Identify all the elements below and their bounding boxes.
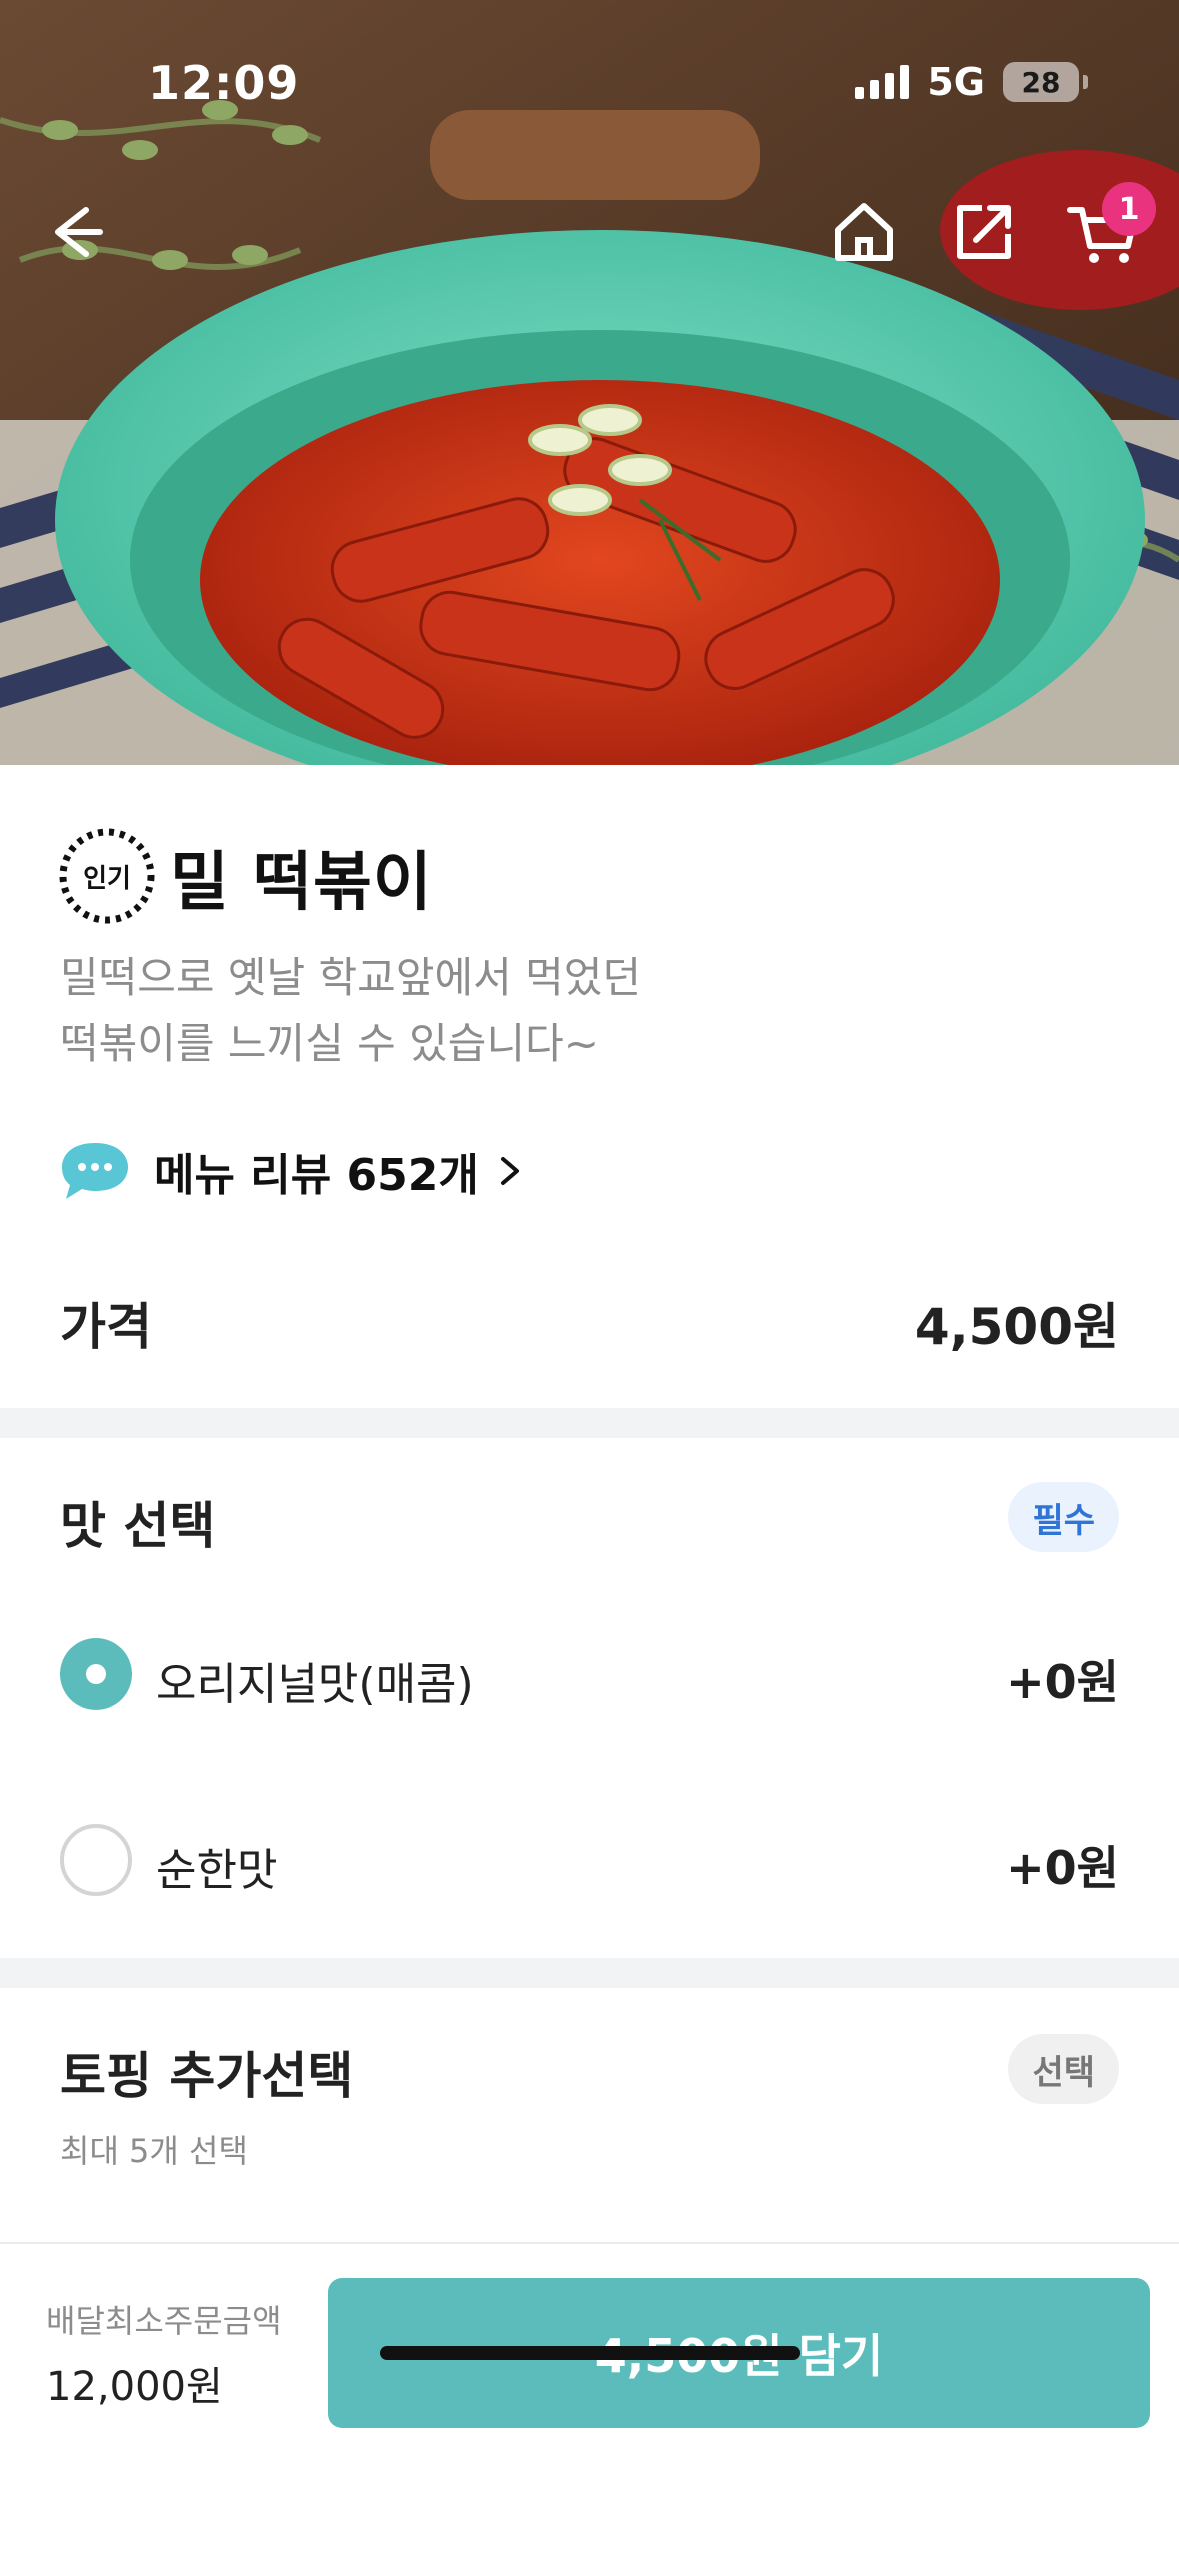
cart-count-badge: 1 (1102, 182, 1156, 236)
popular-badge-text: 인기 (83, 863, 131, 894)
menu-description: 밀떡으로 옛날 학교앞에서 먹었던 떡볶이를 느끼실 수 있습니다~ (60, 945, 1120, 1077)
price-value: 4,500원 (914, 1298, 1119, 1356)
menu-review-link[interactable]: 메뉴 리뷰 652개 (58, 1139, 525, 1203)
radio-unselected-icon[interactable] (60, 1824, 132, 1896)
menu-title: 밀 떡볶이 (170, 846, 433, 920)
optional-tag: 선택 (1008, 2034, 1119, 2104)
order-bar: 배달최소주문금액 12,000원 4,500원 담기 (0, 2242, 1179, 2556)
signal-icon (855, 65, 910, 99)
back-button[interactable] (34, 190, 118, 274)
back-arrow-icon (55, 207, 103, 257)
home-icon (835, 203, 893, 261)
chevron-right-icon (500, 1157, 519, 1185)
description-line: 떡볶이를 느끼실 수 있습니다~ (60, 1019, 599, 1068)
required-tag: 필수 (1008, 1482, 1119, 1552)
flavor-option-original[interactable]: 오리지널맛(매콤) +0원 (0, 1614, 1179, 1734)
popular-badge: 인기 (58, 827, 156, 925)
menu-info: 인기 밀 떡볶이 밀떡으로 옛날 학교앞에서 먹었던 떡볶이를 느끼실 수 있습… (0, 765, 1179, 1408)
flavor-title: 맛 선택 (60, 1497, 216, 1555)
share-icon (957, 205, 1011, 259)
battery-level: 28 (1021, 65, 1061, 99)
section-divider (0, 1958, 1179, 1988)
radio-selected-icon[interactable] (60, 1638, 132, 1710)
speech-bubble-icon (62, 1143, 128, 1199)
price-label: 가격 (60, 1298, 152, 1356)
min-order-label: 배달최소주문금액 (46, 2302, 282, 2340)
status-time: 12:09 (148, 56, 300, 110)
review-count-label: 메뉴 리뷰 652개 (154, 1150, 479, 1201)
battery-icon: 28 (1003, 62, 1088, 102)
network-label: 5G (927, 60, 985, 104)
menu-photo: 12:09 5G 28 1 (0, 0, 1179, 765)
home-indicator (380, 2346, 800, 2360)
topping-title: 토핑 추가선택 (60, 2047, 354, 2105)
description-line: 밀떡으로 옛날 학교앞에서 먹었던 (60, 953, 642, 1002)
min-order-value: 12,000원 (46, 2364, 223, 2410)
flavor-option-mild[interactable]: 순한맛 +0원 (0, 1800, 1179, 1920)
share-button[interactable] (942, 190, 1026, 274)
option-price: +0원 (1006, 1841, 1119, 1895)
option-label: 오리지널맛(매콤) (156, 1659, 474, 1710)
option-price: +0원 (1006, 1655, 1119, 1709)
tteokbokki-photo (0, 0, 1179, 765)
status-indicators: 5G 28 (855, 60, 1088, 104)
option-label: 순한맛 (156, 1845, 278, 1896)
section-divider (0, 1408, 1179, 1438)
home-button[interactable] (822, 190, 906, 274)
topping-subtitle: 최대 5개 선택 (60, 2132, 248, 2170)
